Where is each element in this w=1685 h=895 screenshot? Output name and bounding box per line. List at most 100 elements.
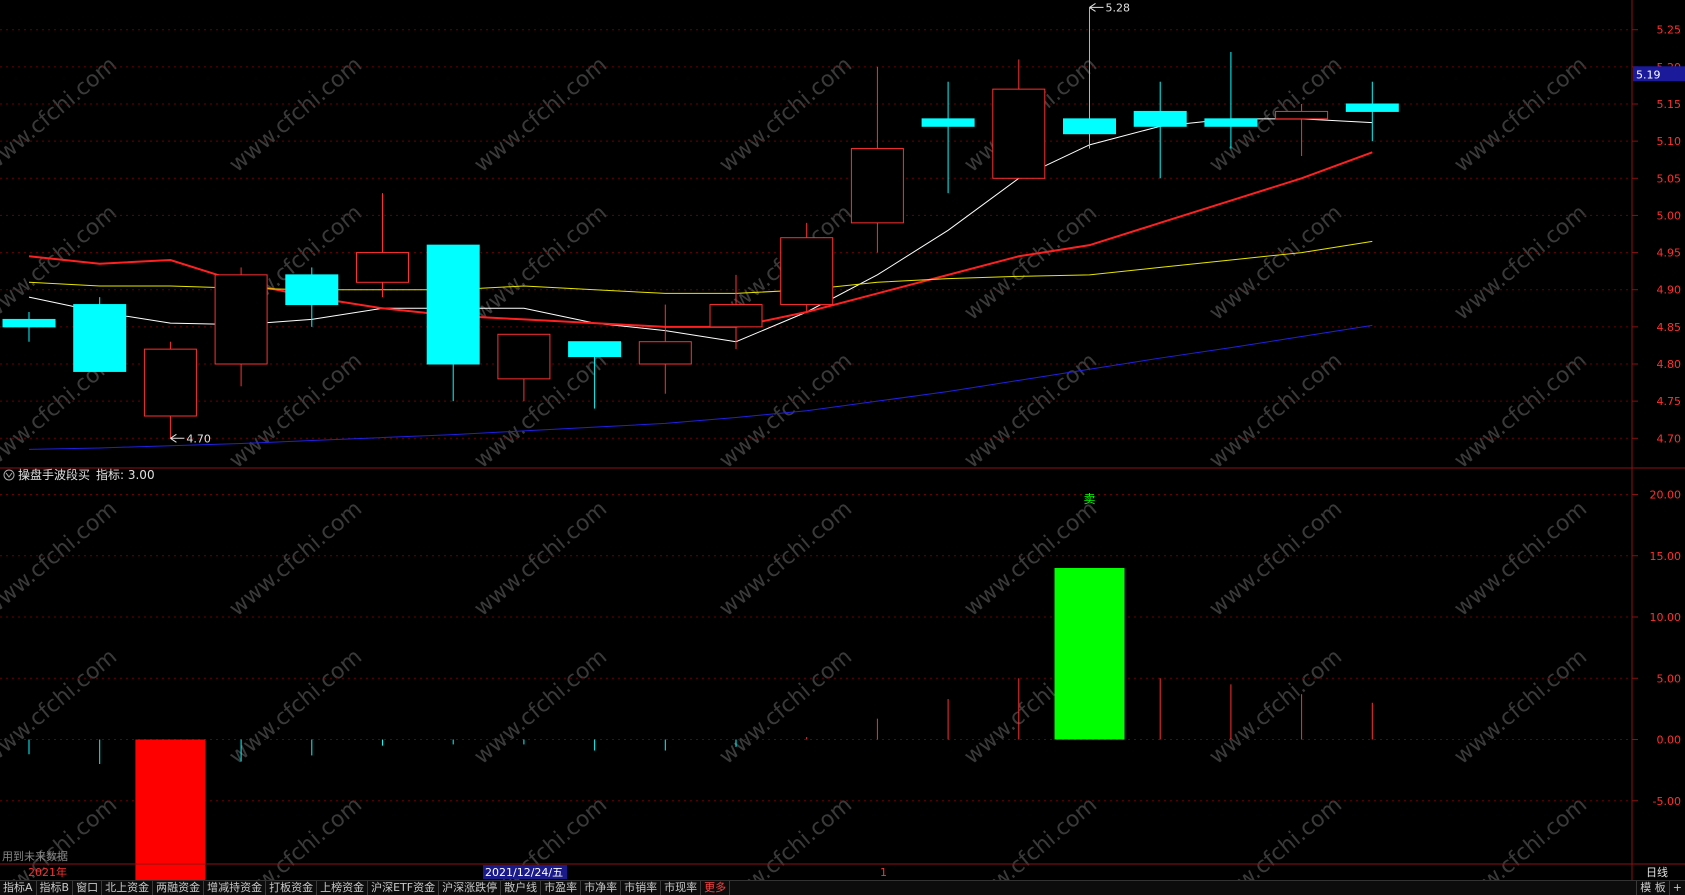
- extreme-price-label: 5.28: [1106, 1, 1131, 14]
- sell-signal-label: 卖: [1083, 492, 1095, 506]
- candle-body-down: [426, 244, 480, 365]
- indicator-value: 指标: 3.00: [96, 467, 155, 482]
- candle-body-down: [568, 341, 622, 358]
- watermark-text: www.cfchi.com: [1450, 496, 1592, 621]
- add-tab-button[interactable]: +: [1668, 881, 1685, 895]
- indicator-tick-label: -5.00: [1653, 795, 1681, 808]
- watermark-text: www.cfchi.com: [470, 200, 612, 325]
- tab-7[interactable]: 上榜资金: [317, 881, 369, 895]
- watermark-text: www.cfchi.com: [1450, 348, 1592, 473]
- watermark-text: www.cfchi.com: [225, 52, 367, 177]
- tab-10[interactable]: 散户线: [501, 881, 542, 895]
- period-label: 日线: [1646, 865, 1668, 879]
- candle: [356, 193, 409, 298]
- candle-body-down: [1345, 103, 1399, 112]
- watermark-text: www.cfchi.com: [0, 52, 122, 177]
- tab-11[interactable]: 市盈率: [541, 881, 582, 895]
- watermark-text: www.cfchi.com: [0, 496, 122, 621]
- candle: [497, 333, 551, 402]
- tab-12[interactable]: 市净率: [581, 881, 622, 895]
- extreme-arrow: [1089, 3, 1104, 12]
- candle-body-down: [1063, 118, 1116, 135]
- indicator-tick-label: 15.00: [1650, 550, 1682, 563]
- candle: [426, 244, 480, 402]
- price-tick-label: 4.80: [1657, 358, 1682, 371]
- watermark-layer: www.cfchi.com www.cfchi.com www.cfchi.com w…: [0, 52, 1592, 894]
- candle-body-up: [1275, 110, 1329, 120]
- indicator-bars: 卖: [28, 492, 1373, 894]
- watermark-text: www.cfchi.com: [470, 644, 612, 769]
- candle: [214, 267, 268, 387]
- candle-body-up: [992, 88, 1046, 179]
- indicator-tick-label: 0.00: [1657, 734, 1682, 747]
- watermark-text: www.cfchi.com: [225, 644, 367, 769]
- watermark-text: www.cfchi.com: [1205, 496, 1347, 621]
- candle: [921, 81, 975, 194]
- candle-body-up: [709, 304, 763, 328]
- price-tick-label: 4.95: [1657, 247, 1682, 260]
- candle-body-down: [73, 304, 127, 372]
- collapse-icon[interactable]: [3, 469, 15, 481]
- watermark-text: www.cfchi.com: [1450, 644, 1592, 769]
- watermark-text: www.cfchi.com: [715, 348, 857, 473]
- extreme-arrow: [170, 433, 185, 443]
- tab-15[interactable]: 更多: [701, 881, 731, 895]
- tab-5[interactable]: 增减持资金: [204, 881, 267, 895]
- stock-chart[interactable]: www.cfchi.com www.cfchi.com www.cfchi.com w…: [0, 0, 1685, 894]
- candle-body-up: [780, 237, 834, 306]
- candle-body-up: [850, 148, 904, 224]
- price-tick-label: 5.25: [1657, 24, 1682, 37]
- tab-9[interactable]: 沪深涨跌停: [439, 881, 502, 895]
- watermark-text: www.cfchi.com: [470, 496, 612, 621]
- candle-body-down: [1204, 118, 1258, 127]
- watermark-text: www.cfchi.com: [1205, 348, 1347, 473]
- price-tick-label: 4.70: [1657, 432, 1682, 445]
- candle: [638, 304, 692, 394]
- candle: [2, 312, 56, 342]
- candle-body-up: [497, 333, 551, 380]
- tab-13[interactable]: 市销率: [621, 881, 662, 895]
- watermark-text: www.cfchi.com: [960, 200, 1102, 325]
- candle-body-down: [1133, 110, 1187, 127]
- price-tick-label: 5.15: [1657, 98, 1682, 111]
- candle-body-down: [921, 118, 975, 127]
- candle-body-up: [143, 348, 197, 417]
- tab-14[interactable]: 市现率: [661, 881, 702, 895]
- candle: [1275, 104, 1329, 156]
- candle-body-down: [2, 318, 56, 328]
- candle: [143, 341, 197, 439]
- tab-4[interactable]: 两融资金: [153, 881, 205, 895]
- watermark-text: www.cfchi.com: [715, 644, 857, 769]
- candlestick-series: 5.28 4.70: [2, 1, 1399, 445]
- watermark-text: www.cfchi.com: [1205, 792, 1347, 894]
- tab-3[interactable]: 北上资金: [102, 881, 154, 895]
- buy-signal-block: [135, 739, 206, 894]
- price-tick-label: 4.90: [1657, 284, 1682, 297]
- price-tick-label: 5.10: [1657, 135, 1682, 148]
- price-tick-label: 5.05: [1657, 172, 1682, 185]
- tab-8[interactable]: 沪深ETF资金: [368, 881, 440, 895]
- watermark-text: www.cfchi.com: [225, 792, 367, 894]
- tab-6[interactable]: 打板资金: [266, 881, 318, 895]
- watermark-text: www.cfchi.com: [1205, 644, 1347, 769]
- tab-0[interactable]: 指标A: [0, 881, 37, 895]
- watermark-text: www.cfchi.com: [225, 496, 367, 621]
- candle-body-down: [285, 274, 339, 306]
- watermark-text: www.cfchi.com: [1450, 200, 1592, 325]
- template-tab[interactable]: 模 板: [1636, 881, 1669, 895]
- candle: [1133, 81, 1187, 179]
- candle-body-up: [356, 252, 409, 283]
- last-price-label: 5.19: [1636, 68, 1661, 81]
- candle: [1345, 81, 1399, 142]
- watermark-text: www.cfchi.com: [960, 348, 1102, 473]
- watermark-text: www.cfchi.com: [0, 644, 122, 769]
- candle-body-up: [638, 341, 692, 365]
- tab-1[interactable]: 指标B: [37, 881, 74, 895]
- price-tick-label: 4.75: [1657, 395, 1682, 408]
- price-tick-label: 4.85: [1657, 321, 1682, 334]
- watermark-text: www.cfchi.com: [1450, 792, 1592, 894]
- candle: [992, 59, 1046, 179]
- watermark-text: www.cfchi.com: [1450, 52, 1592, 177]
- bottom-tab-bar: 指标A 指标B 窗口 北上资金 两融资金 增减持资金 打板资金 上榜资金 沪深ETF资金 沪深涨跌…: [0, 880, 1685, 895]
- tab-2[interactable]: 窗口: [73, 881, 103, 895]
